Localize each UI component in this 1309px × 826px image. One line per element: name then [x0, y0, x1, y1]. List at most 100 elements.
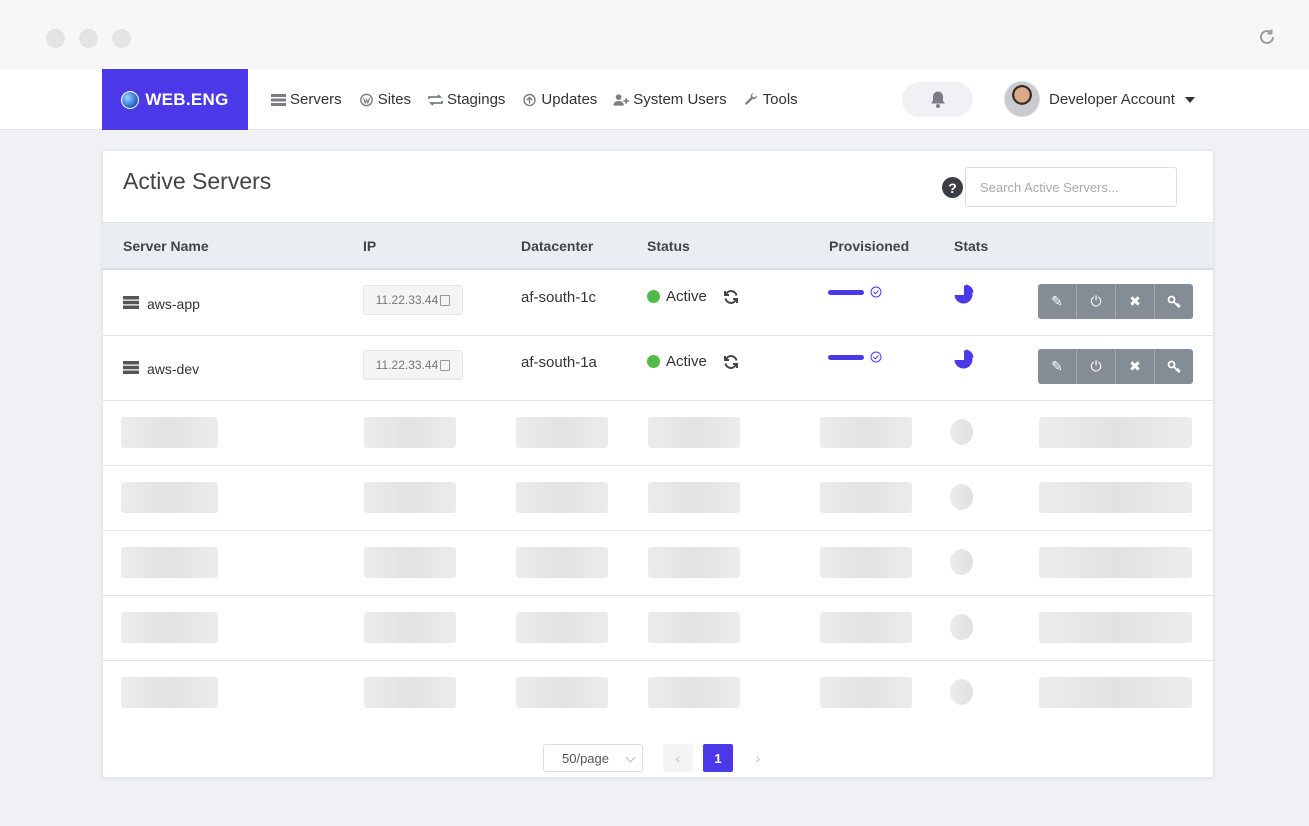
skeleton-block [121, 677, 218, 708]
pie-chart-icon[interactable] [953, 349, 974, 370]
window-maximize-dot[interactable] [112, 29, 131, 48]
prev-page-button[interactable]: ‹ [663, 744, 693, 772]
servers-icon [271, 93, 286, 106]
ip-address-box[interactable]: 11.22.33.44 [363, 350, 463, 380]
skeleton-circle [950, 549, 973, 575]
delete-button[interactable]: ✖ [1116, 284, 1155, 319]
provisioned-indicator [828, 351, 882, 363]
logo-text: WEB.ENG [145, 89, 229, 109]
power-icon: ⏻ [1090, 358, 1102, 374]
refresh-icon[interactable] [723, 354, 739, 370]
skeleton-block [1039, 612, 1192, 643]
skeleton-block [364, 677, 456, 708]
skeleton-circle [950, 419, 973, 445]
page-number-button[interactable]: 1 [703, 744, 733, 772]
skeleton-circle [950, 614, 973, 640]
datacenter: af-south-1a [521, 354, 597, 371]
copy-icon[interactable] [440, 294, 451, 306]
keys-button[interactable] [1155, 349, 1193, 384]
nav-label: Sites [377, 91, 412, 108]
avatar[interactable] [1004, 81, 1040, 117]
column-header[interactable]: Status [647, 238, 690, 254]
ip-address-box[interactable]: 11.22.33.44 [363, 285, 463, 315]
skeleton-block [121, 547, 218, 578]
browser-window-bar [0, 0, 1309, 69]
nav-item-stagings[interactable]: Stagings [427, 91, 505, 108]
refresh-icon[interactable] [723, 289, 739, 305]
skeleton-block [121, 417, 218, 448]
skeleton-block [516, 417, 608, 448]
window-minimize-dot[interactable] [79, 29, 98, 48]
active-servers-card: Active Servers ? Server Name IP Datacent… [102, 150, 1214, 778]
delete-button[interactable]: ✖ [1116, 349, 1155, 384]
pie-chart-icon[interactable] [953, 284, 974, 305]
table-row[interactable]: aws-dev 11.22.33.44 af-south-1a Active ✎… [103, 336, 1213, 401]
skeleton-block [121, 482, 218, 513]
window-close-dot[interactable] [46, 29, 65, 48]
skeleton-block [1039, 677, 1192, 708]
next-page-button[interactable]: › [743, 744, 773, 772]
column-header[interactable]: Stats [954, 238, 988, 254]
skeleton-block [364, 547, 456, 578]
skeleton-block [364, 417, 456, 448]
column-header[interactable]: IP [363, 238, 376, 254]
skeleton-circle [950, 679, 973, 705]
page-size-select[interactable]: 50/page [543, 744, 643, 772]
skeleton-block [516, 612, 608, 643]
edit-button[interactable]: ✎ [1038, 349, 1077, 384]
reload-icon[interactable] [1257, 27, 1277, 47]
skeleton-block [1039, 417, 1192, 448]
key-icon [1167, 360, 1181, 373]
close-icon: ✖ [1129, 358, 1141, 374]
server-icon [123, 296, 139, 309]
row-actions: ✎ ⏻ ✖ [1038, 349, 1193, 384]
update-arrow-icon [523, 93, 537, 106]
nav-label: Servers [290, 91, 342, 108]
brand-logo[interactable]: WEB.ENG [102, 69, 248, 130]
copy-icon[interactable] [440, 359, 451, 371]
nav-item-updates[interactable]: Updates [521, 91, 597, 108]
column-header[interactable]: Datacenter [521, 238, 593, 254]
status-cell: Active [647, 353, 739, 370]
skeleton-circle [950, 484, 973, 510]
skeleton-block [1039, 482, 1192, 513]
key-icon [1167, 295, 1181, 308]
page-size-value: 50/page [562, 750, 609, 766]
nav-item-sites[interactable]: Sites [358, 91, 411, 108]
skeleton-block [648, 677, 740, 708]
keys-button[interactable] [1155, 284, 1193, 319]
notifications-button[interactable] [902, 82, 973, 117]
skeleton-block [820, 482, 912, 513]
caret-down-icon [1184, 96, 1195, 103]
page-title: Active Servers [123, 168, 272, 194]
nav-label: Stagings [447, 91, 506, 108]
provisioned-progress-bar [828, 354, 864, 360]
power-button[interactable]: ⏻ [1077, 284, 1116, 319]
column-header[interactable]: Server Name [123, 238, 209, 254]
status-dot-icon [647, 355, 660, 368]
wordpress-icon [359, 93, 373, 106]
column-header[interactable]: Provisioned [829, 238, 909, 254]
server-name[interactable]: aws-dev [147, 361, 199, 377]
pencil-icon: ✎ [1051, 293, 1063, 309]
edit-button[interactable]: ✎ [1038, 284, 1077, 319]
server-name[interactable]: aws-app [147, 296, 200, 312]
help-icon[interactable]: ? [942, 177, 963, 198]
skeleton-block [364, 482, 456, 513]
status-dot-icon [647, 290, 660, 303]
skeleton-block [820, 417, 912, 448]
skeleton-block [516, 547, 608, 578]
skeleton-block [1039, 547, 1192, 578]
nav-item-servers[interactable]: Servers [270, 91, 342, 108]
nav-item-tools[interactable]: Tools [743, 91, 798, 108]
account-menu[interactable]: Developer Account [1049, 69, 1195, 130]
nav-item-system-users[interactable]: System Users [613, 91, 727, 108]
user-plus-icon [613, 93, 630, 106]
skeleton-block [648, 547, 740, 578]
power-icon: ⏻ [1090, 293, 1102, 309]
skeleton-row [103, 531, 1213, 596]
ip-address: 11.22.33.44 [375, 358, 439, 372]
table-row[interactable]: aws-app 11.22.33.44 af-south-1c Active ✎… [103, 271, 1213, 336]
search-input[interactable] [965, 167, 1177, 207]
power-button[interactable]: ⏻ [1077, 349, 1116, 384]
